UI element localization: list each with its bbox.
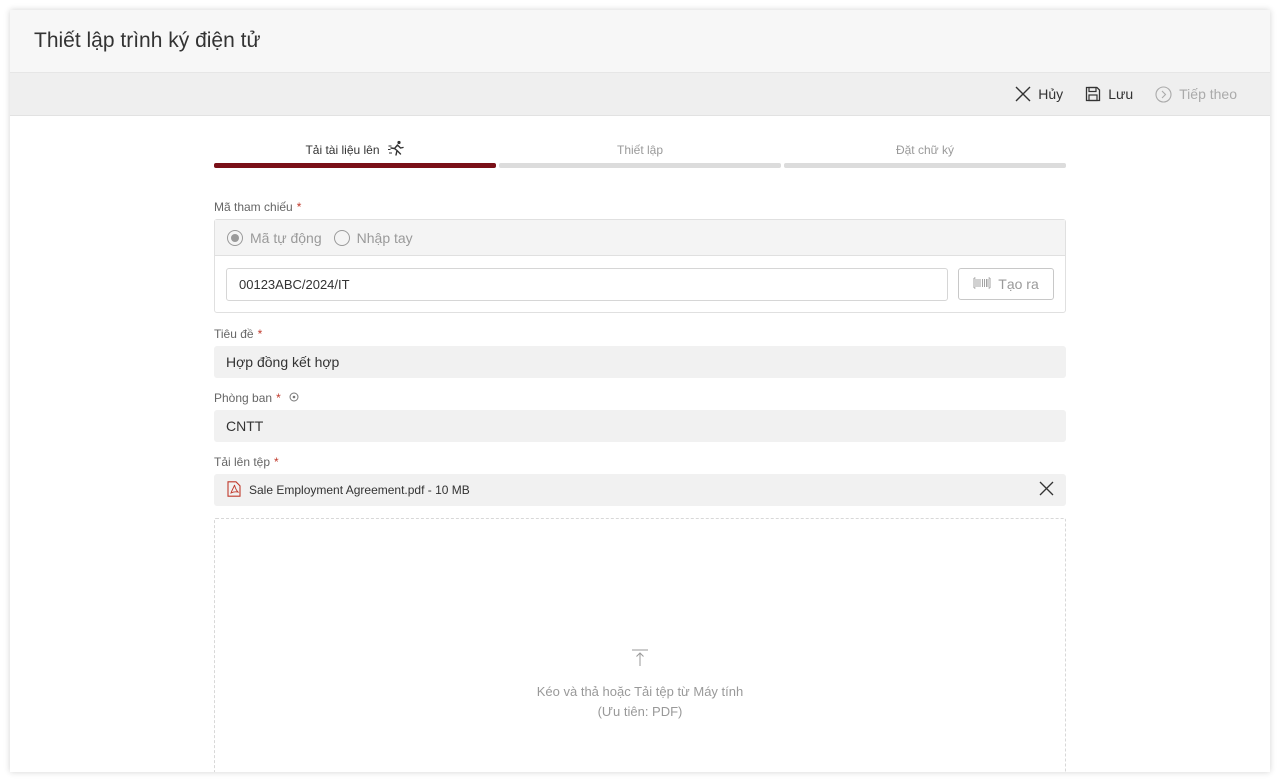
step-progress-bar	[214, 163, 496, 168]
department-input[interactable]: CNTT	[214, 410, 1066, 442]
generate-button[interactable]: Tạo ra	[958, 268, 1054, 300]
next-label: Tiếp theo	[1179, 86, 1237, 102]
radio-auto-code[interactable]: Mã tự động	[227, 229, 322, 246]
radio-label: Mã tự động	[250, 229, 322, 246]
radio-checked-icon	[227, 229, 243, 246]
radio-unchecked-icon	[333, 229, 350, 246]
department-label: Phòng ban	[214, 391, 273, 405]
uploaded-file-item: Sale Employment Agreement.pdf - 10 MB	[214, 474, 1066, 506]
generate-label: Tạo ra	[998, 276, 1039, 292]
upload-label: Tải lên tệp	[214, 455, 271, 469]
title-bar: Thiết lập trình ký điện tử	[10, 10, 1270, 73]
step-upload[interactable]: Tải tài liệu lên	[214, 126, 496, 181]
dropzone-hint: (Ưu tiên: PDF)	[597, 704, 683, 719]
remove-file-icon[interactable]	[1039, 481, 1054, 499]
step-signature[interactable]: Đặt chữ ký	[784, 126, 1066, 181]
running-icon	[387, 140, 405, 160]
reference-box: Mã tự động Nhập tay 00123ABC/2024/IT Tạo…	[214, 219, 1066, 313]
step-label: Tải tài liệu lên	[305, 143, 380, 157]
step-label: Đặt chữ ký	[895, 143, 955, 157]
department-section: Phòng ban * CNTT	[214, 390, 1066, 442]
toolbar: Hủy Lưu Tiếp theo	[10, 73, 1270, 116]
title-section: Tiêu đề * Hợp đồng kết hợp	[214, 326, 1066, 378]
step-progress-bar	[784, 163, 1066, 168]
page-title: Thiết lập trình ký điện tử	[34, 29, 261, 52]
required-mark: *	[276, 391, 281, 405]
dropzone-instruction: Kéo và thả hoặc Tải tệp từ Máy tính	[536, 684, 744, 699]
barcode-icon	[973, 276, 991, 292]
close-icon	[1015, 86, 1031, 102]
radio-manual-entry[interactable]: Nhập tay	[333, 229, 413, 246]
required-mark: *	[257, 327, 263, 341]
reference-mode-group: Mã tự động Nhập tay	[215, 220, 1065, 256]
cancel-label: Hủy	[1038, 86, 1064, 102]
stepper: Tải tài liệu lên Thiết lập Đặt chữ ký	[214, 126, 1066, 181]
reference-section: Mã tham chiếu * Mã tự động Nhập tay 0012…	[214, 199, 1066, 313]
step-label: Thiết lập	[616, 143, 664, 157]
info-icon[interactable]	[289, 391, 299, 405]
save-button[interactable]: Lưu	[1085, 86, 1133, 102]
save-icon	[1085, 86, 1101, 102]
radio-label: Nhập tay	[356, 229, 413, 246]
required-mark: *	[296, 200, 302, 214]
next-button[interactable]: Tiếp theo	[1155, 85, 1237, 103]
file-dropzone[interactable]: Kéo và thả hoặc Tải tệp từ Máy tính (Ưu …	[214, 518, 1066, 772]
signing-setup-window: Thiết lập trình ký điện tử Hủy Lưu Tiếp …	[10, 10, 1270, 772]
chevron-right-circle-icon	[1155, 85, 1172, 103]
form-content: Tải tài liệu lên Thiết lập Đặt chữ ký Mã…	[214, 126, 1066, 772]
step-setup[interactable]: Thiết lập	[499, 126, 781, 181]
reference-label: Mã tham chiếu	[214, 200, 293, 214]
save-label: Lưu	[1108, 86, 1134, 102]
required-mark: *	[274, 455, 279, 469]
upload-section: Tải lên tệp * Sale Employment Agreement.…	[214, 454, 1066, 772]
step-progress-bar	[499, 163, 781, 168]
title-input[interactable]: Hợp đồng kết hợp	[214, 346, 1066, 378]
file-name: Sale Employment Agreement.pdf - 10 MB	[249, 483, 470, 497]
cancel-button[interactable]: Hủy	[1015, 86, 1063, 102]
title-field-label: Tiêu đề	[214, 327, 254, 341]
reference-code-input[interactable]: 00123ABC/2024/IT	[226, 267, 948, 301]
upload-arrow-icon	[632, 649, 648, 670]
pdf-file-icon	[227, 480, 241, 500]
